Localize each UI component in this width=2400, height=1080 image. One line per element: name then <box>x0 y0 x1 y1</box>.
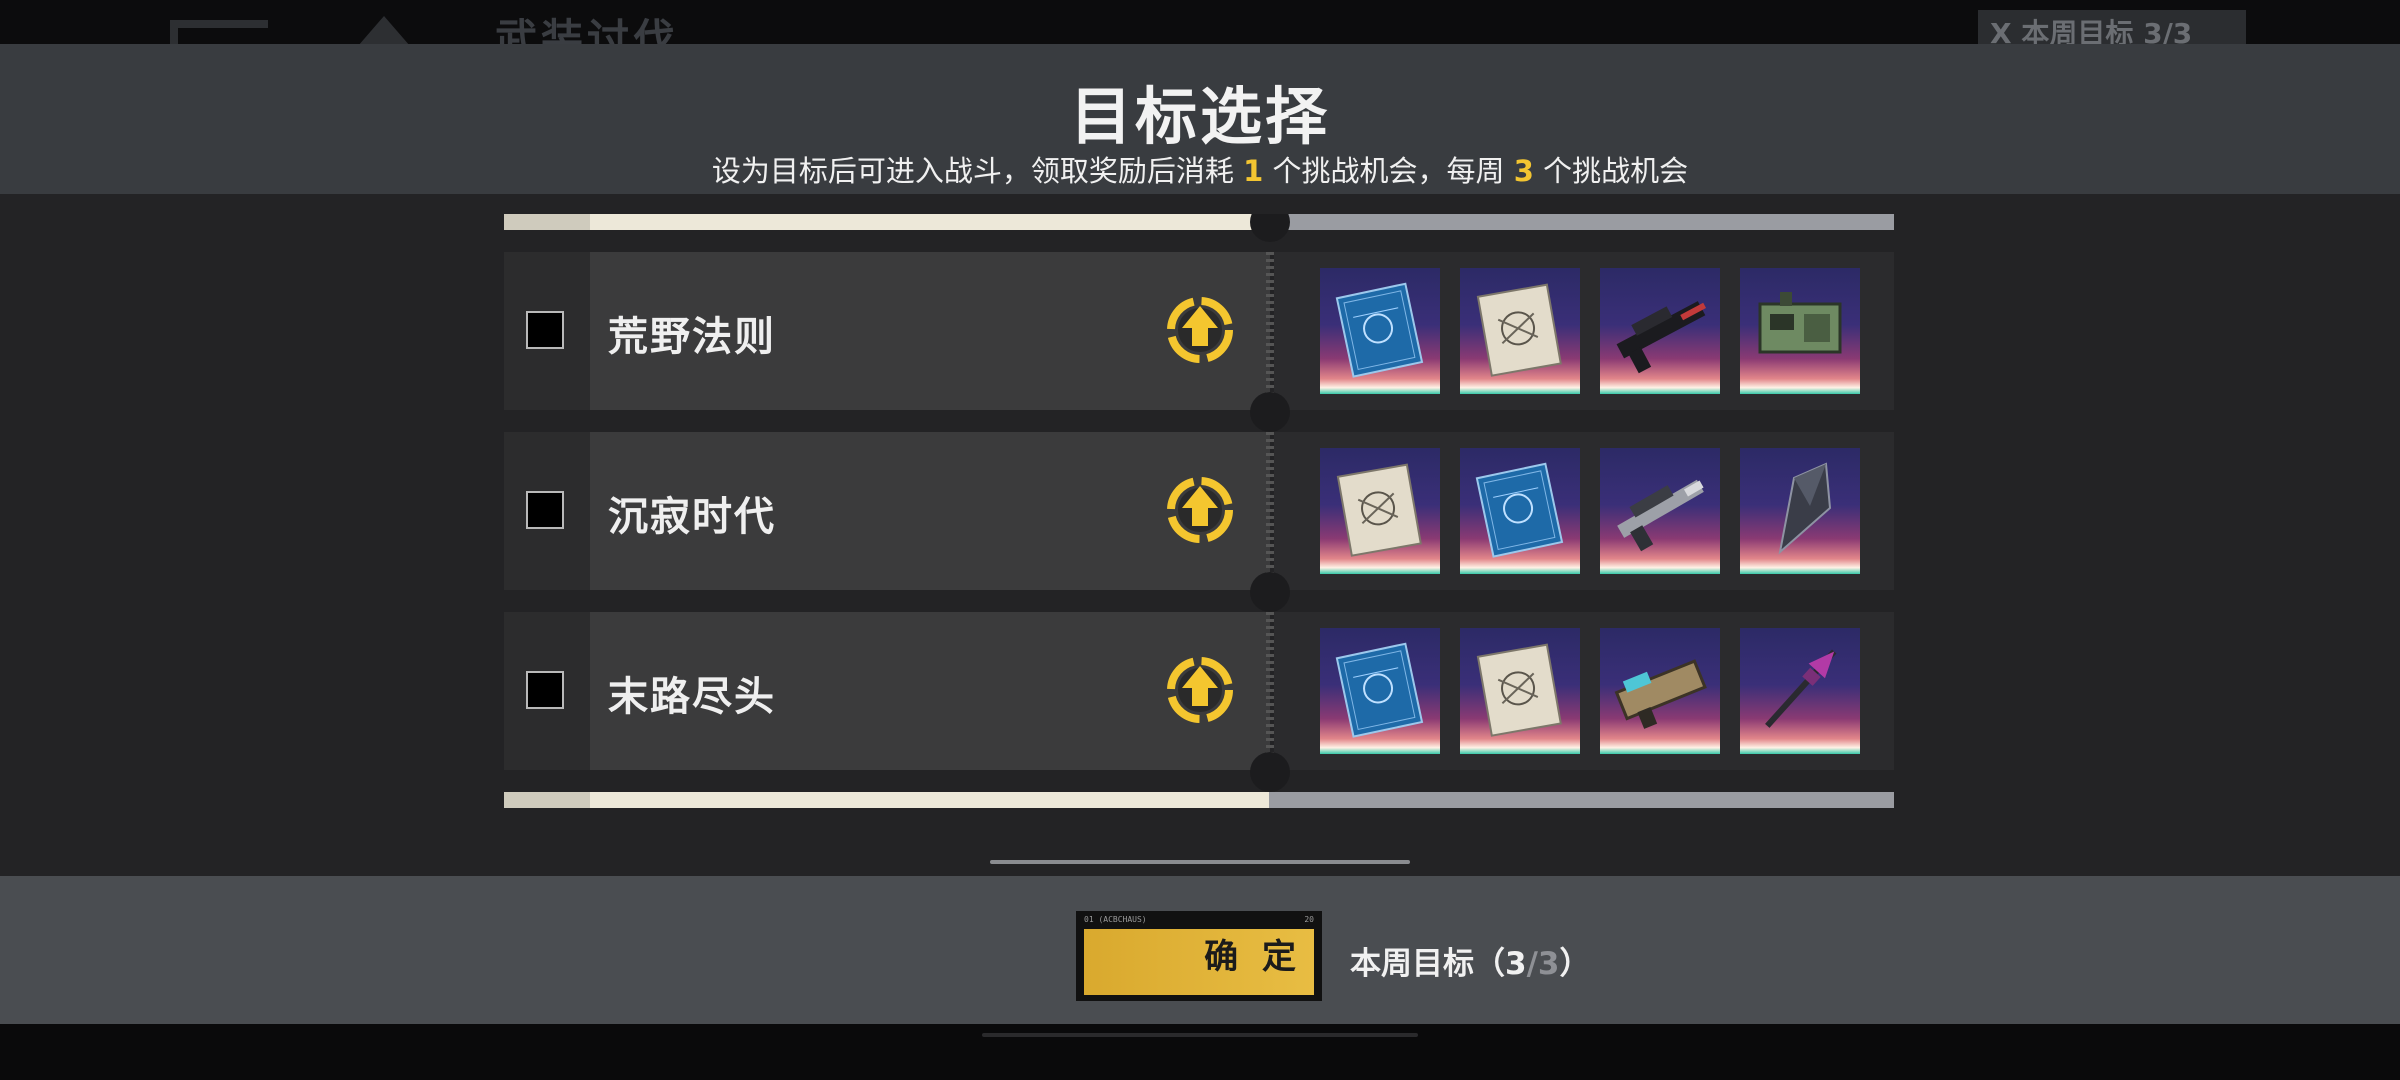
gold-launcher-icon[interactable] <box>1600 628 1720 754</box>
upgrade-arrow-icon <box>1167 657 1233 723</box>
blueprint-blue-icon[interactable] <box>1320 268 1440 394</box>
weekly-chances-number: 3 <box>1513 154 1534 188</box>
blueprint-beige-icon[interactable] <box>1320 448 1440 574</box>
scroll-indicator <box>990 860 1410 864</box>
weekly-goal-count: 本周目标（3/3） <box>1350 946 1591 982</box>
target-list[interactable]: 荒野法则 沉寂时代 末路尽头 <box>504 214 1894 814</box>
target-name: 荒野法则 <box>608 314 776 360</box>
target-checkbox[interactable] <box>526 671 564 709</box>
ticket-notch <box>1250 572 1290 612</box>
upgrade-arrow-icon <box>1167 477 1233 543</box>
target-checkbox[interactable] <box>526 311 564 349</box>
modal-subtitle: 设为目标后可进入战斗，领取奖励后消耗 1 个挑战机会，每周 3 个挑战机会 <box>711 154 1689 188</box>
purple-spear-icon[interactable] <box>1740 628 1860 754</box>
modal-header: 目标选择 设为目标后可进入战斗，领取奖励后消耗 1 个挑战机会，每周 3 个挑战… <box>0 44 2400 194</box>
grey-rifle-icon[interactable] <box>1600 448 1720 574</box>
target-row[interactable]: 末路尽头 <box>504 612 1894 770</box>
blueprint-blue-icon[interactable] <box>1320 628 1440 754</box>
cost-number: 1 <box>1243 154 1264 188</box>
target-row[interactable]: 沉寂时代 <box>504 432 1894 590</box>
blueprint-beige-icon[interactable] <box>1460 628 1580 754</box>
target-name: 末路尽头 <box>608 674 776 720</box>
dark-blade-icon[interactable] <box>1740 448 1860 574</box>
list-divider <box>504 792 1894 808</box>
blueprint-beige-icon[interactable] <box>1460 268 1580 394</box>
target-name: 沉寂时代 <box>608 494 776 540</box>
upgrade-arrow-icon <box>1167 297 1233 363</box>
modal-title: 目标选择 <box>1069 80 1330 153</box>
background-home-icon <box>358 16 410 46</box>
confirm-button-label: 确 定 <box>1204 937 1302 977</box>
ticket-notch <box>1250 752 1290 792</box>
target-checkbox[interactable] <box>526 491 564 529</box>
ticket-notch <box>1250 392 1290 432</box>
dark-rifle-icon[interactable] <box>1600 268 1720 394</box>
green-device-icon[interactable] <box>1740 268 1860 394</box>
home-indicator[interactable] <box>982 1033 1418 1037</box>
target-row[interactable]: 荒野法则 <box>504 252 1894 410</box>
ticket-notch <box>1250 214 1290 242</box>
confirm-button[interactable]: 01 (ACBCHAUS) 20 确 定 <box>1076 911 1322 1001</box>
blueprint-blue-icon[interactable] <box>1460 448 1580 574</box>
list-divider <box>504 214 1894 230</box>
